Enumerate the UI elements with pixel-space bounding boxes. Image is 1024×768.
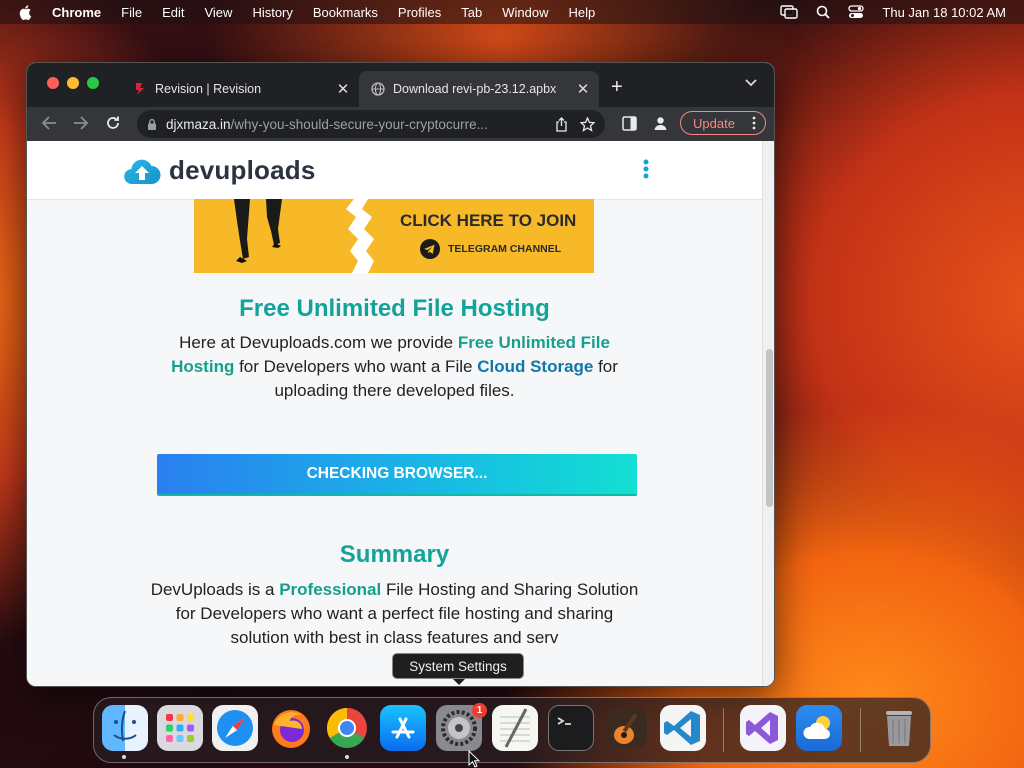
devuploads-logo[interactable]: devuploads (123, 155, 315, 186)
spotlight-search-icon[interactable] (816, 5, 831, 19)
google-chrome-icon[interactable] (324, 705, 370, 751)
menu-tab[interactable]: Tab (461, 5, 482, 20)
banner-figure-image (234, 199, 282, 263)
maximize-window-button[interactable] (87, 77, 99, 89)
text-run: for Developers who want a File (234, 357, 478, 376)
chrome-window: Revision | Revision ✕ Download revi-pb-2… (26, 62, 775, 687)
chrome-running-dot (345, 755, 349, 759)
highlight-professional: Professional (279, 580, 382, 599)
url-host: djxmaza.in (166, 116, 231, 132)
close-window-button[interactable] (47, 77, 59, 89)
tab-title: Download revi-pb-23.12.apbx (393, 82, 557, 96)
close-tab-icon[interactable]: ✕ (333, 80, 353, 98)
window-controls (47, 77, 99, 89)
system-settings-badge: 1 (472, 703, 487, 718)
minimize-window-button[interactable] (67, 77, 79, 89)
launchpad-icon[interactable] (157, 705, 203, 751)
finder-icon[interactable] (102, 705, 148, 751)
menu-history[interactable]: History (252, 5, 292, 20)
visual-studio-icon[interactable] (740, 705, 786, 751)
hosting-description: Here at Devuploads.com we provide Free U… (147, 331, 642, 403)
banner-subtitle: TELEGRAM CHANNEL (420, 239, 561, 259)
address-bar[interactable]: djxmaza.in/why-you-should-secure-your-cr… (137, 110, 605, 138)
control-center-icon[interactable] (848, 5, 865, 19)
menu-bookmarks[interactable]: Bookmarks (313, 5, 378, 20)
dock-separator (723, 708, 724, 752)
menu-edit[interactable]: Edit (162, 5, 184, 20)
more-menu-icon[interactable] (752, 116, 756, 130)
dock-separator (860, 708, 861, 752)
web-page: devuploads CLICK HERE TO JOIN TELEGRAM C… (27, 141, 774, 686)
url-path: /why-you-should-secure-your-cryptocurre.… (230, 116, 488, 132)
close-tab-icon[interactable]: ✕ (573, 80, 593, 98)
tab-revision[interactable]: Revision | Revision ✕ (123, 71, 359, 107)
tab-title: Revision | Revision (155, 82, 262, 96)
summary-description: DevUploads is a Professional File Hostin… (147, 578, 642, 650)
tab-download[interactable]: Download revi-pb-23.12.apbx ✕ (359, 71, 599, 107)
menu-bar: Chrome File Edit View History Bookmarks … (0, 0, 1024, 24)
safari-icon[interactable] (212, 705, 258, 751)
logo-text: devuploads (169, 155, 316, 185)
globe-favicon-icon (371, 82, 385, 96)
scrollbar-thumb[interactable] (766, 349, 773, 507)
visual-studio-code-icon[interactable] (660, 705, 706, 751)
weather-icon[interactable] (796, 705, 842, 751)
menu-app-name[interactable]: Chrome (52, 5, 101, 20)
revision-favicon-icon (136, 83, 144, 95)
cloud-upload-icon (124, 159, 161, 184)
terminal-icon[interactable] (548, 705, 594, 751)
share-icon[interactable] (555, 116, 568, 132)
mouse-pointer-icon (468, 750, 480, 768)
telegram-banner-ad[interactable]: CLICK HERE TO JOIN TELEGRAM CHANNEL (194, 199, 594, 273)
lock-icon[interactable] (147, 118, 157, 131)
bookmark-star-icon[interactable] (580, 116, 595, 132)
menu-view[interactable]: View (204, 5, 232, 20)
garageband-icon[interactable] (604, 705, 650, 751)
tab-search-chevron-icon[interactable] (745, 79, 757, 87)
site-menu-kebab-icon[interactable] (643, 159, 649, 179)
text-run: DevUploads is a (150, 580, 280, 599)
firefox-icon[interactable] (268, 705, 314, 751)
profile-avatar-icon[interactable] (653, 116, 668, 131)
text-run: Here at Devuploads.com we provide (179, 333, 458, 352)
site-header: devuploads (27, 141, 762, 200)
hosting-heading: Free Unlimited File Hosting (239, 295, 550, 322)
highlight-cloud-storage: Cloud Storage (477, 357, 594, 376)
banner-subtitle-text: TELEGRAM CHANNEL (448, 243, 562, 255)
forward-arrow-icon[interactable] (73, 115, 89, 131)
update-label: Update (693, 115, 735, 131)
screen-mirroring-icon[interactable] (780, 5, 799, 19)
dock-tooltip: System Settings (392, 653, 524, 685)
browser-toolbar: djxmaza.in/why-you-should-secure-your-cr… (27, 107, 774, 141)
menu-window[interactable]: Window (502, 5, 548, 20)
trash-icon[interactable] (876, 705, 922, 751)
new-tab-icon[interactable]: + (611, 77, 623, 97)
menubar-clock[interactable]: Thu Jan 18 10:02 AM (882, 5, 1006, 20)
update-chrome-button[interactable]: Update (680, 111, 766, 135)
checking-browser-button[interactable]: CHECKING BROWSER... (157, 454, 637, 496)
menu-help[interactable]: Help (569, 5, 596, 20)
banner-title: CLICK HERE TO JOIN (400, 211, 577, 230)
finder-running-dot (122, 755, 126, 759)
telegram-icon (420, 239, 440, 259)
back-arrow-icon[interactable] (41, 115, 57, 131)
textedit-icon[interactable] (492, 705, 538, 751)
menu-file[interactable]: File (121, 5, 142, 20)
side-panel-icon[interactable] (622, 116, 637, 131)
menu-profiles[interactable]: Profiles (398, 5, 441, 20)
banner-torn-edge-image (346, 199, 374, 273)
tab-strip: Revision | Revision ✕ Download revi-pb-2… (27, 63, 774, 107)
apple-menu-icon[interactable] (18, 4, 34, 20)
summary-heading: Summary (339, 541, 450, 568)
reload-icon[interactable] (105, 115, 121, 131)
dock (93, 697, 931, 763)
app-store-icon[interactable] (380, 705, 426, 751)
page-scrollbar[interactable] (762, 141, 774, 686)
